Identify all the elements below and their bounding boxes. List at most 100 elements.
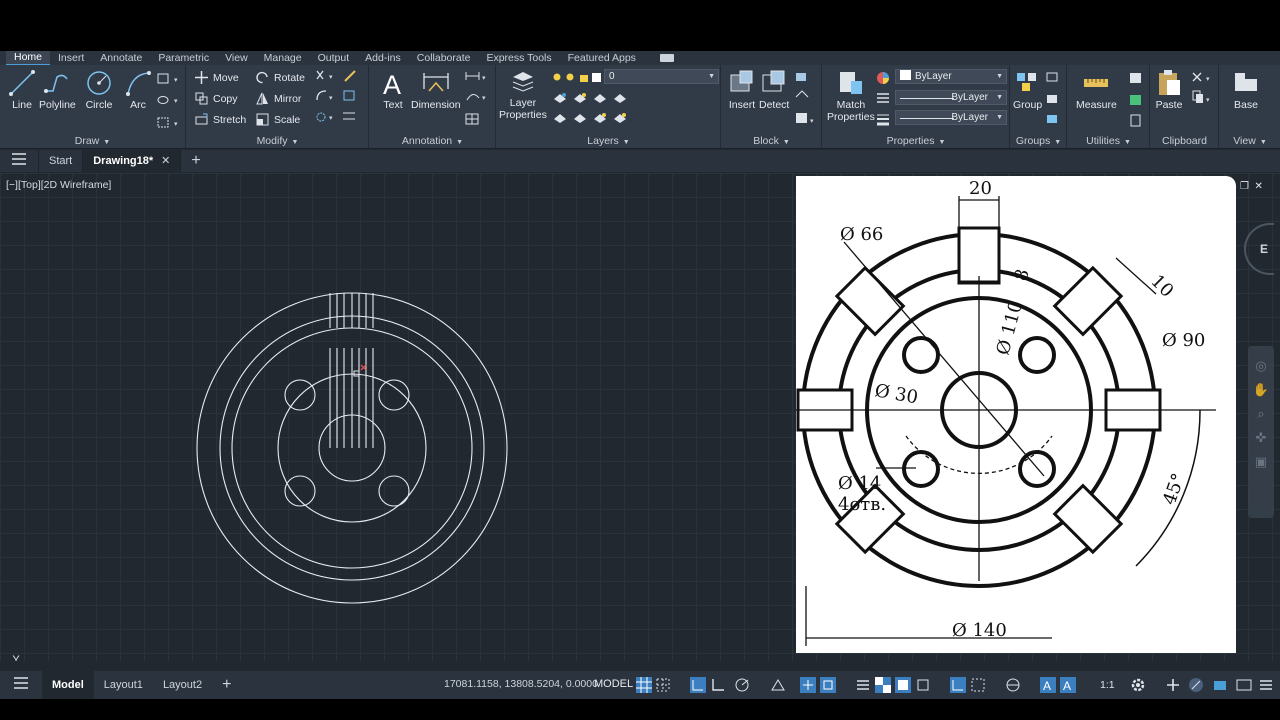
tab-annotate[interactable]: Annotate bbox=[92, 51, 150, 65]
tab-featured-apps[interactable]: Featured Apps bbox=[560, 51, 644, 65]
layout-menu-icon[interactable] bbox=[0, 671, 42, 699]
layers-panel-title[interactable]: Layers ▼ bbox=[497, 134, 720, 148]
annotation-monitor-icon[interactable] bbox=[1165, 677, 1181, 693]
measure-button[interactable]: Measure bbox=[1076, 69, 1117, 111]
dimension-button[interactable]: Dimension bbox=[411, 69, 461, 111]
match-properties-button[interactable]: Match Properties bbox=[827, 69, 875, 123]
polyline-button[interactable]: Polyline bbox=[39, 69, 76, 111]
tab-parametric[interactable]: Parametric bbox=[150, 51, 217, 65]
copy-button[interactable]: Copy bbox=[195, 92, 238, 105]
modify-panel-title[interactable]: Modify ▼ bbox=[187, 134, 368, 148]
lineweight-dropdown[interactable]: ByLayer ▼ bbox=[895, 110, 1007, 125]
draw-panel-title[interactable]: Draw ▼ bbox=[0, 134, 185, 148]
tab-express-tools[interactable]: Express Tools bbox=[478, 51, 559, 65]
layout2-tab[interactable]: Layout2 bbox=[153, 671, 212, 699]
arc-button[interactable]: Arc bbox=[124, 69, 152, 111]
draw-extra-tools-icon[interactable]: ▾ ▾ ▾ bbox=[157, 73, 181, 133]
annotation-scale[interactable]: 1:1 bbox=[1100, 679, 1115, 691]
start-tab[interactable]: Start bbox=[39, 150, 84, 172]
layer-tools-icons[interactable] bbox=[552, 91, 642, 131]
layer-dropdown[interactable]: 0 ▼ bbox=[604, 69, 719, 84]
orbit-icon[interactable]: ✜ bbox=[1248, 426, 1274, 450]
layer-state-icons[interactable] bbox=[552, 72, 602, 84]
scale-button[interactable]: Scale bbox=[256, 113, 300, 126]
customization-menu-icon[interactable] bbox=[1258, 677, 1274, 693]
groups-panel-title[interactable]: Groups ▼ bbox=[1011, 134, 1066, 148]
selection-cycling-icon[interactable] bbox=[895, 677, 911, 693]
tab-home[interactable]: Home bbox=[6, 51, 51, 66]
group-extra-tools-icon[interactable] bbox=[1045, 71, 1063, 129]
stretch-button[interactable]: Stretch bbox=[195, 113, 246, 126]
hardware-acceleration-icon[interactable] bbox=[1212, 677, 1228, 693]
snap-icon[interactable] bbox=[655, 677, 671, 693]
annotation-visibility-icon[interactable]: A bbox=[1040, 677, 1056, 693]
view-panel-title[interactable]: View ▼ bbox=[1220, 134, 1280, 148]
detect-button[interactable]: Detect bbox=[759, 69, 789, 111]
selection-filter-icon[interactable] bbox=[970, 677, 986, 693]
clean-screen-icon[interactable] bbox=[1236, 677, 1252, 693]
clipboard-extra-tools-icon[interactable]: ▾ ▾ bbox=[1191, 71, 1217, 111]
steering-wheel-icon[interactable]: ◎ bbox=[1248, 354, 1274, 378]
model-space-toggle[interactable]: MODEL bbox=[594, 678, 633, 690]
tab-manage[interactable]: Manage bbox=[256, 51, 310, 65]
ribbon-minimize-button[interactable] bbox=[659, 54, 674, 62]
pan-icon[interactable]: ✋ bbox=[1248, 378, 1274, 402]
object-snap-icon[interactable] bbox=[820, 677, 836, 693]
layout1-tab[interactable]: Layout1 bbox=[94, 671, 153, 699]
infer-constraints-icon[interactable] bbox=[690, 677, 706, 693]
block-panel-title[interactable]: Block ▼ bbox=[722, 134, 821, 148]
zoom-icon[interactable]: ⌕ bbox=[1248, 402, 1274, 426]
clipboard-panel-title[interactable]: Clipboard bbox=[1151, 134, 1218, 148]
block-extra-tools-icon[interactable]: ▾ bbox=[794, 71, 818, 129]
grid-icon[interactable] bbox=[636, 677, 652, 693]
showmotion-icon[interactable]: ▣ bbox=[1248, 450, 1274, 474]
annotation-panel-title[interactable]: Annotation ▼ bbox=[370, 134, 495, 148]
insert-block-button[interactable]: Insert bbox=[728, 69, 756, 111]
tab-collaborate[interactable]: Collaborate bbox=[409, 51, 479, 65]
tab-add-ins[interactable]: Add-ins bbox=[357, 51, 409, 65]
move-button[interactable]: Move bbox=[195, 71, 239, 84]
layer-properties-button[interactable]: Layer Properties bbox=[499, 69, 547, 121]
workspace-gear-icon[interactable] bbox=[1130, 677, 1146, 693]
new-tab-button[interactable]: + bbox=[181, 150, 210, 172]
close-icon[interactable]: ✕ bbox=[1255, 181, 1263, 192]
text-button[interactable]: A Text bbox=[380, 69, 406, 111]
grip-marker[interactable] bbox=[353, 370, 360, 377]
coordinate-readout[interactable]: 17081.1158, 13808.5204, 0.0000 bbox=[444, 678, 598, 690]
dynamic-ucs-icon[interactable] bbox=[950, 677, 966, 693]
modify-extra-tools-icon[interactable]: ▾ ▾ ▾ bbox=[315, 69, 365, 129]
tab-insert[interactable]: Insert bbox=[50, 51, 92, 65]
add-layout-button[interactable]: + bbox=[212, 671, 241, 699]
polar-tracking-icon[interactable] bbox=[734, 677, 750, 693]
reference-image[interactable]: 20 Ø 66 Ø 110 8 10 Ø 90 Ø 30 Ø 14 4отв. … bbox=[796, 176, 1236, 653]
ortho-icon[interactable] bbox=[710, 677, 726, 693]
circle-button[interactable]: Circle bbox=[85, 69, 113, 111]
group-button[interactable]: Group bbox=[1013, 69, 1042, 111]
properties-panel-title[interactable]: Properties ▼ bbox=[823, 134, 1009, 148]
utilities-extra-tools-icon[interactable] bbox=[1128, 71, 1146, 129]
drawing-canvas[interactable]: [−][Top][2D Wireframe] Y X bbox=[0, 173, 1280, 661]
restore-icon[interactable]: ❐ bbox=[1240, 181, 1249, 192]
lineweight-icon[interactable] bbox=[855, 677, 871, 693]
isolate-objects-icon[interactable] bbox=[1188, 677, 1204, 693]
utilities-panel-title[interactable]: Utilities ▼ bbox=[1068, 134, 1149, 148]
paste-button[interactable]: Paste bbox=[1155, 69, 1183, 111]
transparency-icon[interactable] bbox=[875, 677, 891, 693]
base-view-button[interactable]: Base bbox=[1232, 69, 1260, 111]
gizmo-icon[interactable] bbox=[1005, 677, 1021, 693]
mirror-button[interactable]: Mirror bbox=[256, 92, 301, 105]
tab-output[interactable]: Output bbox=[310, 51, 358, 65]
close-tab-icon[interactable]: ✕ bbox=[161, 155, 170, 167]
application-menu-icon[interactable] bbox=[0, 150, 39, 172]
isodraft-icon[interactable] bbox=[770, 677, 786, 693]
annotation-extra-tools-icon[interactable]: ▾ ▾ bbox=[465, 70, 489, 128]
line-button[interactable]: Line bbox=[8, 69, 36, 111]
object-snap-tracking-icon[interactable] bbox=[800, 677, 816, 693]
rotate-button[interactable]: Rotate bbox=[256, 71, 305, 84]
model-tab[interactable]: Model bbox=[42, 671, 94, 699]
auto-scale-icon[interactable]: A bbox=[1060, 677, 1076, 693]
color-dropdown[interactable]: ByLayer ▼ bbox=[895, 69, 1007, 84]
tab-view[interactable]: View bbox=[217, 51, 256, 65]
3d-osnap-icon[interactable] bbox=[915, 677, 931, 693]
drawing-tab[interactable]: Drawing18* ✕ bbox=[83, 150, 182, 172]
